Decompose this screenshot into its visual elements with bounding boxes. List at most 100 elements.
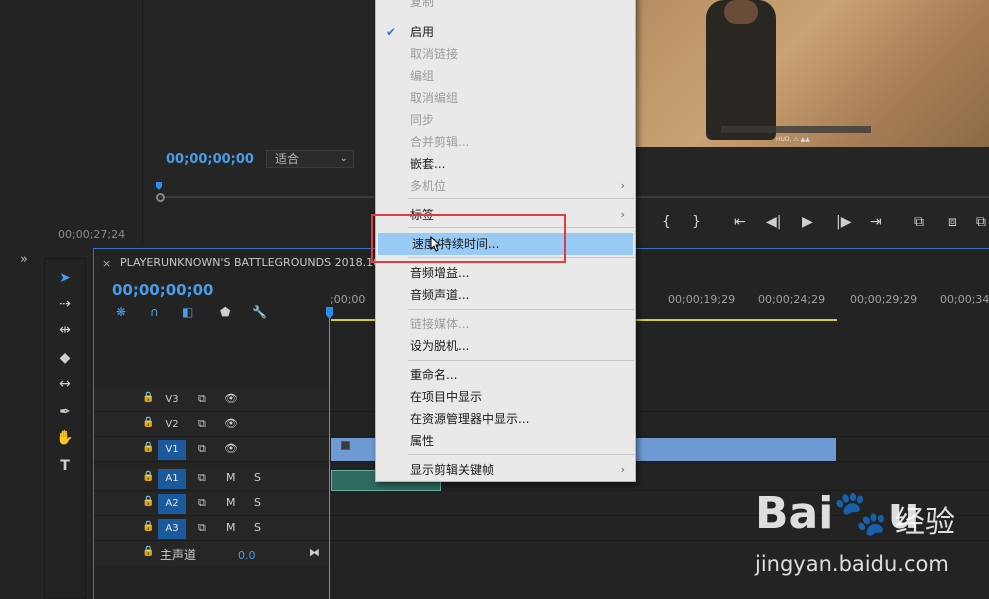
eye-icon[interactable]: 👁 [224,442,238,455]
menu-item-ungroup[interactable]: 取消编组 [376,87,635,109]
menu-item-merge-clips[interactable]: 合并剪辑... [376,131,635,153]
pen-tool-icon[interactable]: ✒ [53,401,77,423]
track-header: 🔒 A2 ⧉ M S [94,492,329,515]
mute-button[interactable]: M [226,521,236,534]
sync-lock-icon[interactable]: ⧉ [198,496,206,510]
lock-icon[interactable]: 🔒 [142,392,154,403]
lock-icon[interactable]: 🔒 [142,496,154,507]
fit-dropdown[interactable]: 适合 ⌄ [266,150,354,168]
menu-item-copy[interactable]: 复制 [376,0,635,13]
menu-item-label: 编组 [410,69,435,83]
program-timecode[interactable]: 00;00;00;00 [166,152,254,167]
track-name[interactable]: A1 [158,469,186,489]
sync-lock-icon[interactable]: ⧉ [198,392,206,406]
menu-item-label: 在资源管理器中显示... [410,412,530,426]
step-forward-button[interactable]: |▶ [836,214,851,230]
track-name[interactable]: V1 [158,440,186,460]
ruler-tick: 00;00;24;29 [758,293,826,306]
menu-item-audio-channels[interactable]: 音频声道... [376,284,635,306]
menu-item-show-keyframes[interactable]: 显示剪辑关键帧 › [376,459,635,481]
track-name[interactable]: A2 [158,494,186,514]
track-name[interactable]: A3 [158,519,186,539]
menu-item-audio-gain[interactable]: 音频增益... [376,262,635,284]
mark-out-button[interactable]: } [692,214,701,230]
master-end-icon[interactable]: ⧓ [309,546,320,559]
master-label: 主声道 [160,548,197,562]
watermark-url: jingyan.baidu.com [755,552,949,576]
hand-tool-icon[interactable]: ✋ [53,427,77,449]
play-button[interactable]: ▶ [802,214,813,230]
menu-item-sync[interactable]: 同步 [376,109,635,131]
annotation-highlight-box [371,214,566,263]
mark-in-button[interactable]: { [662,214,671,230]
menu-item-label: 音频声道... [410,288,470,302]
expand-panels-icon[interactable]: » [20,252,28,267]
mute-button[interactable]: M [226,496,236,509]
menu-item-label: 启用 [410,25,435,39]
sync-lock-icon[interactable]: ⧉ [198,471,206,485]
menu-item-group[interactable]: 编组 [376,65,635,87]
go-to-out-button[interactable]: ⇥ [870,214,882,230]
lock-icon[interactable]: 🔒 [142,471,154,482]
solo-button[interactable]: S [254,496,261,509]
extract-button[interactable]: ⧈ [948,214,957,230]
menu-item-label: 重命名... [410,368,458,382]
menu-item-rename[interactable]: 重命名... [376,364,635,386]
menu-item-label: 复制 [410,0,435,9]
fx-badge-icon [341,441,350,450]
go-to-in-button[interactable]: ⇤ [734,214,746,230]
type-tool-icon[interactable]: T [53,455,77,477]
menu-item-reveal-in-explorer[interactable]: 在资源管理器中显示... [376,408,635,430]
menu-item-link-media[interactable]: 链接媒体... [376,313,635,335]
menu-item-label: 嵌套... [410,157,446,171]
lock-icon[interactable]: 🔒 [142,546,154,557]
menu-item-label: 属性 [410,434,435,448]
hud-text: HUD, ⚠ ▲▲ [776,136,810,143]
menu-item-reveal-in-project[interactable]: 在项目中显示 [376,386,635,408]
solo-button[interactable]: S [254,471,261,484]
menu-item-enable[interactable]: ✔ 启用 [376,21,635,43]
export-frame-button[interactable]: ⧉ [976,214,986,230]
ruler-tick: 00;00;19;29 [668,293,736,306]
sync-lock-icon[interactable]: ⧉ [198,442,206,456]
add-marker-icon[interactable]: ⬟ [220,305,230,319]
scrubber-playhead[interactable] [156,182,162,190]
menu-item-multicam[interactable]: 多机位 › [376,175,635,197]
slip-tool-icon[interactable]: ↔ [53,373,77,395]
eye-icon[interactable]: 👁 [224,392,238,405]
character-head [724,0,758,24]
settings-wrench-icon[interactable]: 🔧 [252,305,267,319]
sync-lock-icon[interactable]: ⧉ [198,521,206,535]
mute-button[interactable]: M [226,471,236,484]
track-name[interactable]: V2 [158,415,186,435]
source-timecode: 00;00;27;24 [58,228,126,241]
lock-icon[interactable]: 🔒 [142,521,154,532]
lock-icon[interactable]: 🔒 [142,442,154,453]
razor-tool-icon[interactable]: ◆ [53,347,77,369]
nest-icon[interactable]: ❋ [116,305,126,319]
menu-item-unlink[interactable]: 取消链接 [376,43,635,65]
eye-icon[interactable]: 👁 [224,417,238,430]
lock-icon[interactable]: 🔒 [142,417,154,428]
menu-item-label: 链接媒体... [410,317,470,331]
scrubber-start-handle[interactable] [156,193,165,202]
sequence-title[interactable]: PLAYERUNKNOWN'S BATTLEGROUNDS 2018.10.01 [120,256,398,269]
tools-panel: ➤ ⇢ ⇹ ◆ ↔ ✒ ✋ T [44,258,86,599]
step-back-button[interactable]: ◀| [766,214,781,230]
snap-icon[interactable]: ∩ [150,305,159,319]
linked-selection-icon[interactable]: ◧ [182,305,193,319]
master-volume-value[interactable]: 0.0 [238,549,256,562]
ripple-edit-tool-icon[interactable]: ⇹ [53,319,77,341]
lift-button[interactable]: ⧉ [914,214,924,230]
sync-lock-icon[interactable]: ⧉ [198,417,206,431]
track-select-tool-icon[interactable]: ⇢ [53,293,77,315]
selection-tool-icon[interactable]: ➤ [53,267,77,289]
menu-item-properties[interactable]: 属性 [376,430,635,452]
track-name[interactable]: V3 [158,390,186,410]
menu-item-make-offline[interactable]: 设为脱机... [376,335,635,357]
close-icon[interactable]: × [102,257,111,270]
menu-item-label: 显示剪辑关键帧 [410,463,495,477]
menu-item-nest[interactable]: 嵌套... [376,153,635,175]
timeline-timecode[interactable]: 00;00;00;00 [112,281,214,299]
solo-button[interactable]: S [254,521,261,534]
